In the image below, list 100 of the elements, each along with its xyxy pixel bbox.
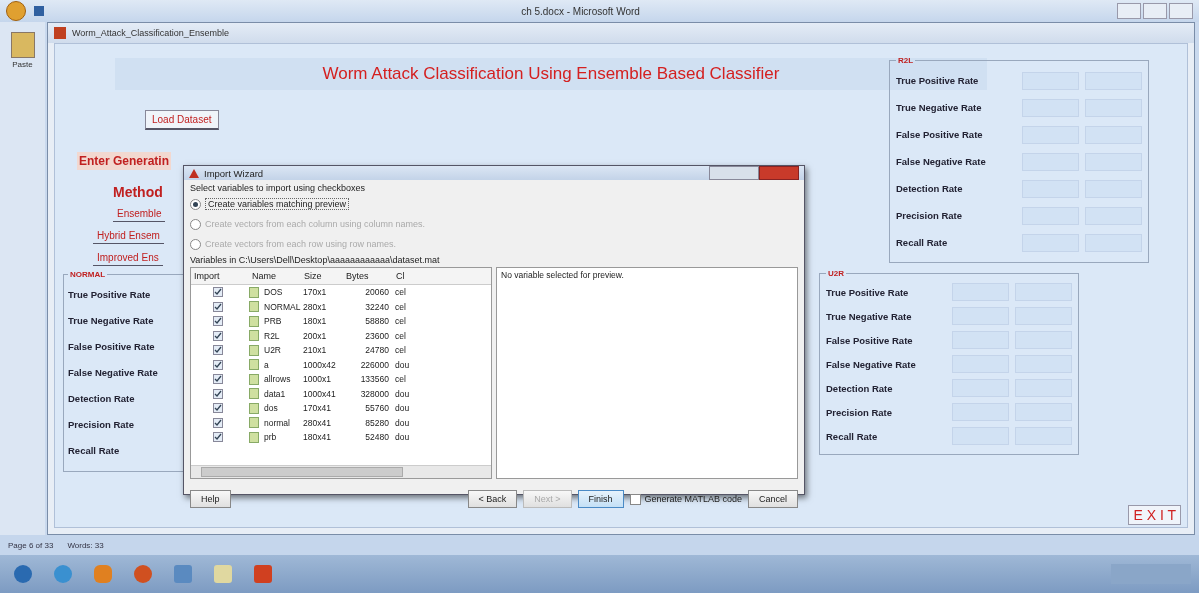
metric-label: True Positive Rate	[826, 286, 910, 298]
preview-message: No variable selected for preview.	[501, 270, 624, 280]
variable-icon	[249, 431, 259, 443]
load-dataset-button[interactable]: Load Dataset	[145, 110, 219, 130]
window-title: ch 5.docx - Microsoft Word	[520, 5, 641, 17]
variable-icon	[249, 301, 259, 313]
horizontal-scrollbar[interactable]	[191, 465, 491, 478]
window-controls[interactable]	[709, 166, 759, 180]
option-label[interactable]: Create variables matching preview	[205, 198, 350, 210]
variable-icon	[249, 315, 259, 327]
table-cell-text: 170x41	[302, 403, 332, 414]
import-checkbox[interactable]	[213, 301, 223, 312]
table-cell-text: 210x1	[302, 345, 328, 356]
table-cell-text: dou	[394, 403, 411, 414]
window-title: Worm_Attack_Classification_Ensemble	[72, 28, 230, 38]
app-icon	[54, 27, 66, 39]
office-button[interactable]	[6, 1, 26, 21]
method-button[interactable]: Ensemble	[113, 206, 166, 222]
table-cell-text: cel	[394, 316, 407, 327]
import-checkbox[interactable]	[213, 374, 223, 385]
paste-label[interactable]: Paste	[12, 60, 33, 69]
help-button[interactable]: Help	[190, 490, 231, 508]
column-header[interactable]: Cl	[393, 271, 415, 281]
metric-label: True Negative Rate	[68, 314, 155, 326]
import-checkbox[interactable]	[213, 330, 223, 341]
maximize-button[interactable]	[1143, 3, 1167, 19]
import-checkbox[interactable]	[213, 316, 223, 327]
table-cell-text: 328000	[359, 388, 390, 399]
import-checkbox[interactable]	[213, 287, 223, 298]
table-cell-text: dos	[263, 403, 278, 414]
table-cell-text: dou	[394, 359, 411, 370]
table-cell-text: a	[263, 359, 269, 370]
panel-title: U2R	[827, 269, 845, 278]
variable-icon	[249, 373, 259, 385]
table-cell-text: 20060	[364, 287, 390, 298]
method-button[interactable]: Improved Ens	[93, 250, 163, 266]
metric-label: Recall Rate	[68, 444, 121, 456]
metric-label: Detection Rate	[826, 382, 894, 394]
back-button[interactable]: < Back	[467, 490, 518, 508]
table-cell-text: dou	[394, 432, 411, 443]
import-checkbox[interactable]	[213, 432, 223, 443]
import-checkbox[interactable]	[213, 359, 223, 370]
radio-button[interactable]	[190, 198, 201, 210]
import-checkbox[interactable]	[213, 417, 223, 428]
app-title: Worm Attack Classification Using Ensemble Based Classifier	[322, 64, 780, 83]
table-cell-text: 1000x42	[302, 359, 337, 370]
variable-icon	[249, 330, 259, 342]
dialog-title: Import Wizard	[204, 167, 265, 179]
table-cell-text: 133560	[359, 374, 390, 385]
variable-icon	[249, 388, 259, 400]
metric-label: False Negative Rate	[68, 366, 159, 378]
instruction-text: Select variables to import using checkboxes	[190, 183, 367, 193]
import-checkbox[interactable]	[213, 403, 223, 414]
panel-title: NORMAL	[69, 270, 107, 279]
table-cell-text: 1000x1	[302, 374, 332, 385]
table-cell-text: cel	[394, 345, 407, 356]
column-header[interactable]: Import	[191, 271, 249, 281]
clipboard-icon[interactable]	[10, 32, 35, 58]
table-cell-text: 1000x41	[302, 388, 337, 399]
metric-label: True Positive Rate	[68, 288, 152, 300]
table-cell-text: cel	[394, 287, 407, 298]
table-cell-text: PRB	[263, 316, 282, 327]
method-button[interactable]: Hybrid Ensem	[93, 228, 164, 244]
path-label: Variables in C:\Users\Dell\Desktop\aaaaaaaaaaaa\dataset.mat	[190, 255, 441, 265]
close-button[interactable]	[1169, 3, 1193, 19]
table-cell-text: 23600	[364, 330, 390, 341]
table-cell-text: prb	[263, 432, 277, 443]
finish-button[interactable]: Finish	[577, 490, 624, 508]
save-icon[interactable]	[34, 6, 44, 16]
table-cell-text: 55760	[364, 403, 390, 414]
import-checkbox[interactable]	[213, 345, 223, 356]
column-header[interactable]: Bytes	[343, 271, 393, 281]
table-cell-text: R2L	[263, 330, 280, 341]
table-cell-text: 170x1	[302, 287, 328, 298]
import-checkbox[interactable]	[213, 388, 223, 399]
variable-icon	[249, 286, 259, 298]
metric-label: True Negative Rate	[896, 102, 983, 113]
column-header[interactable]: Name	[249, 271, 301, 281]
close-button[interactable]	[759, 166, 799, 180]
table-cell-text: cel	[394, 330, 407, 341]
table-cell-text: 52480	[364, 432, 390, 443]
table-cell-text: 226000	[359, 359, 390, 370]
cancel-button[interactable]: Cancel	[748, 490, 798, 508]
metric-label: False Positive Rate	[896, 129, 984, 140]
table-cell-text: 280x41	[302, 417, 332, 428]
table-cell-text: 180x1	[302, 316, 328, 327]
exit-button[interactable]: E X I T	[1128, 505, 1181, 525]
minimize-button[interactable]	[1117, 3, 1141, 19]
table-cell-text: cel	[394, 374, 407, 385]
generating-label: Enter Generatin	[77, 152, 172, 170]
metric-label: Detection Rate	[896, 183, 964, 194]
metric-label: False Negative Rate	[826, 358, 917, 370]
checkbox-label[interactable]: Generate MATLAB code	[644, 494, 742, 504]
variable-icon	[249, 359, 259, 371]
table-cell-text: data1	[263, 388, 286, 399]
column-header[interactable]: Size	[301, 271, 343, 281]
checkbox[interactable]	[629, 493, 641, 505]
page-count: Page 6 of 33	[8, 540, 54, 550]
metric-label: False Positive Rate	[68, 340, 156, 352]
table-cell-text: DOS	[263, 287, 283, 298]
